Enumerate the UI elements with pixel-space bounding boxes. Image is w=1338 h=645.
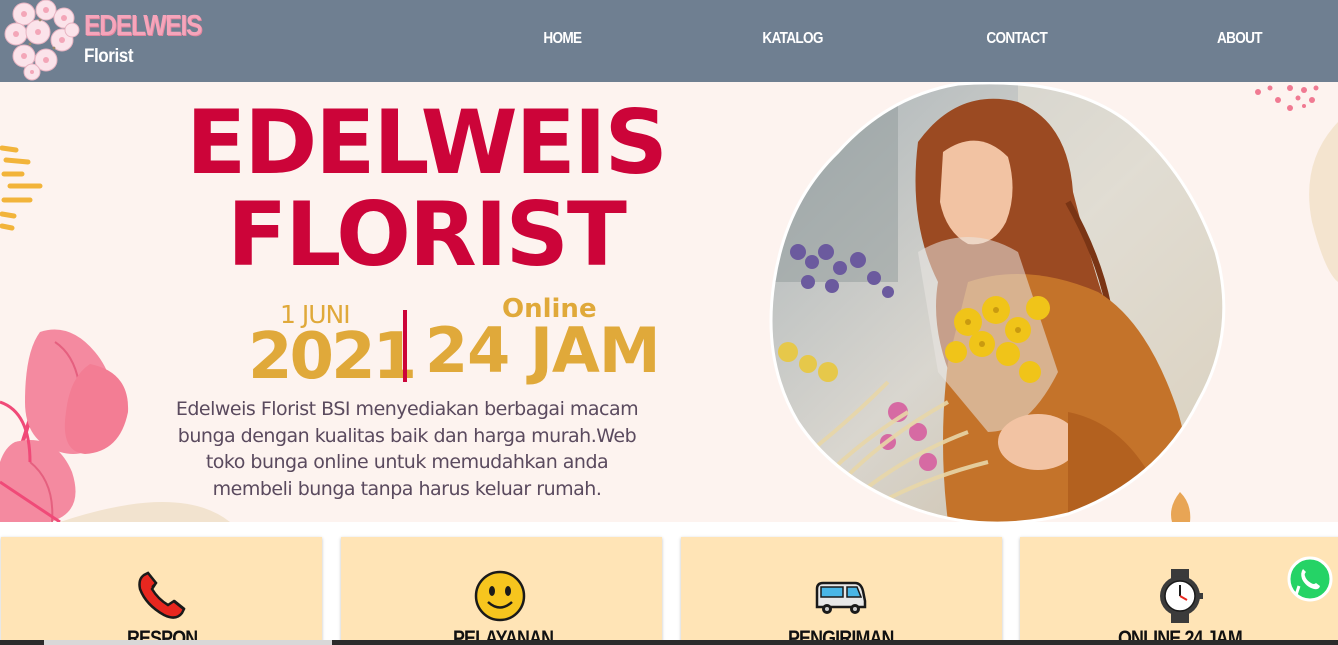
features-section: RESPON PELAYANAN PENGIRIMAN ONLINE 24 JA… xyxy=(0,522,1338,645)
brand-title: EDELWEIS xyxy=(84,10,202,42)
phone-icon xyxy=(138,571,186,619)
feature-card-respon: RESPON xyxy=(1,537,322,645)
smiley-icon xyxy=(474,570,526,622)
scrollbar-thumb[interactable] xyxy=(44,640,332,645)
hero-photo xyxy=(769,82,1226,522)
hero-title-line1: EDELWEIS xyxy=(186,91,668,194)
watch-icon xyxy=(1160,569,1203,623)
whatsapp-icon[interactable] xyxy=(1286,555,1334,603)
horizontal-scrollbar[interactable] xyxy=(0,640,1338,645)
nav-home[interactable]: HOME xyxy=(543,30,582,48)
navbar: EDELWEIS Florist HOME KATALOG CONTACT AB… xyxy=(0,0,1338,82)
nav-katalog[interactable]: KATALOG xyxy=(762,30,823,48)
hero-title: EDELWEIS FLORIST xyxy=(162,97,690,281)
feature-card-pelayanan: PELAYANAN xyxy=(341,537,662,645)
van-icon xyxy=(815,581,867,614)
hero-banner: EDELWEIS FLORIST 1 JUNI 2021 Online 24 J… xyxy=(0,82,1338,522)
brand-logo[interactable]: EDELWEIS Florist xyxy=(2,0,202,82)
feature-card-pengiriman: PENGIRIMAN xyxy=(681,537,1002,645)
date-divider xyxy=(403,310,407,382)
nav-about[interactable]: ABOUT xyxy=(1217,30,1263,48)
launch-date-year: 2021 xyxy=(248,320,417,394)
hero-description: Edelweis Florist BSI menyediakan berbaga… xyxy=(175,398,639,500)
online-hours: 24 JAM xyxy=(425,314,661,387)
tulip-decoration xyxy=(0,329,129,522)
nav-contact[interactable]: CONTACT xyxy=(986,30,1047,48)
hero-title-line2: FLORIST xyxy=(227,183,627,286)
flower-cluster-icon xyxy=(4,0,80,81)
brand-subtitle: Florist xyxy=(84,46,134,67)
